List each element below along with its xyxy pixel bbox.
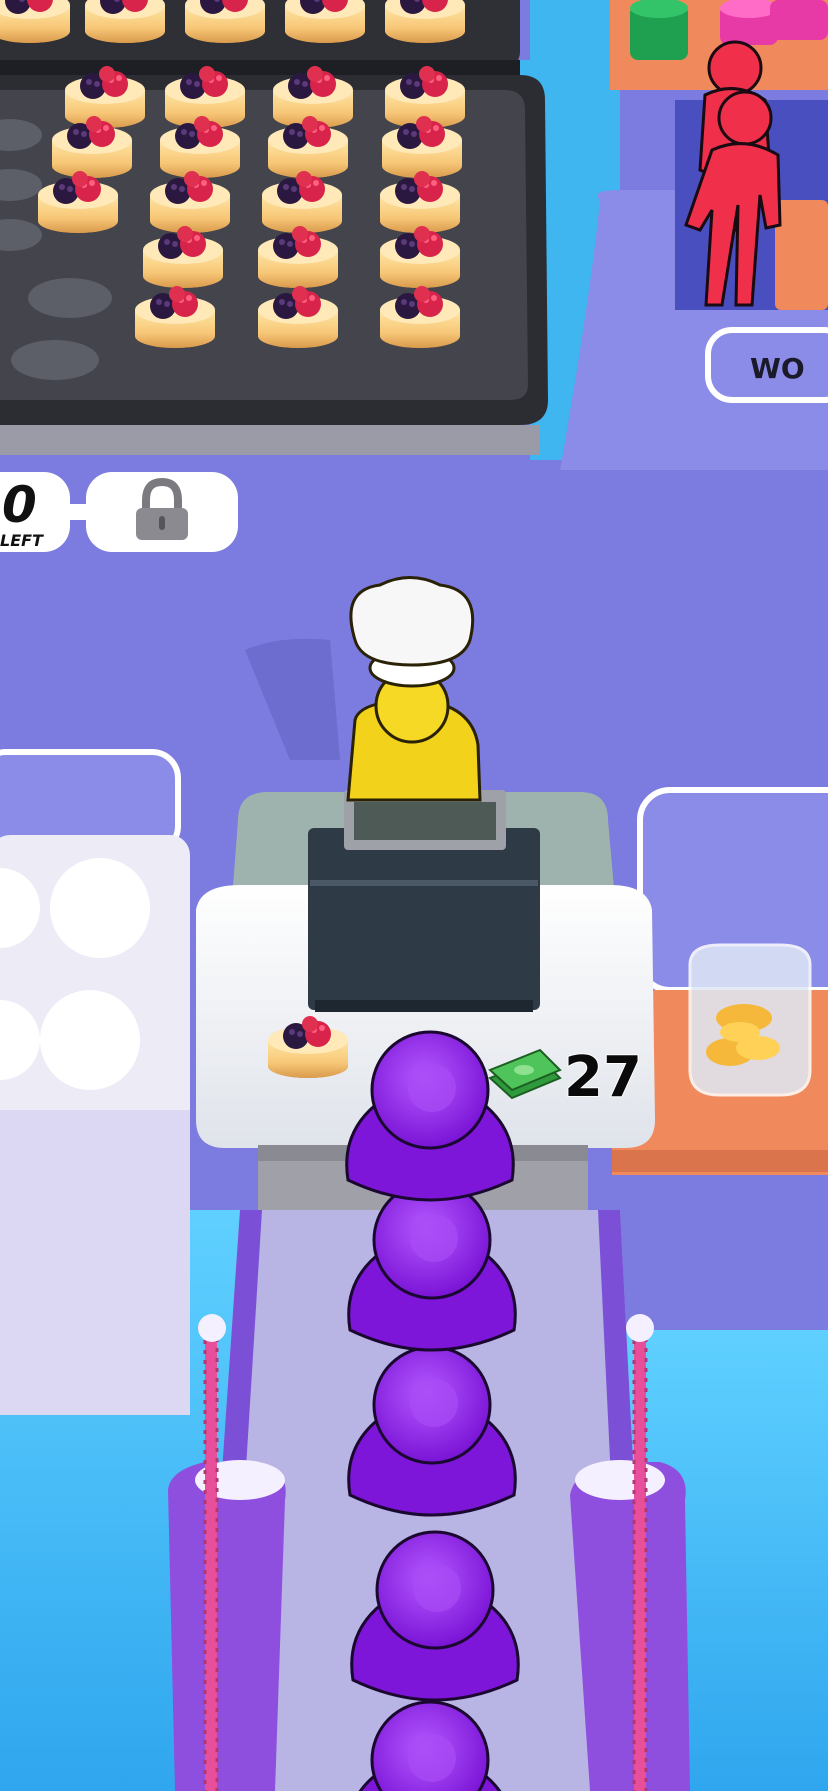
coin-jar[interactable]	[688, 943, 812, 1097]
left-counter-caption: LEFT	[0, 531, 44, 550]
lock-button[interactable]	[86, 472, 238, 552]
work-sign-text: WO	[750, 352, 805, 385]
money-amount: 27	[564, 1045, 642, 1110]
game-scene[interactable]: WO 0 LEFT 27	[0, 0, 828, 1791]
left-counter-value: 0	[2, 476, 37, 534]
left-table	[0, 749, 190, 1415]
